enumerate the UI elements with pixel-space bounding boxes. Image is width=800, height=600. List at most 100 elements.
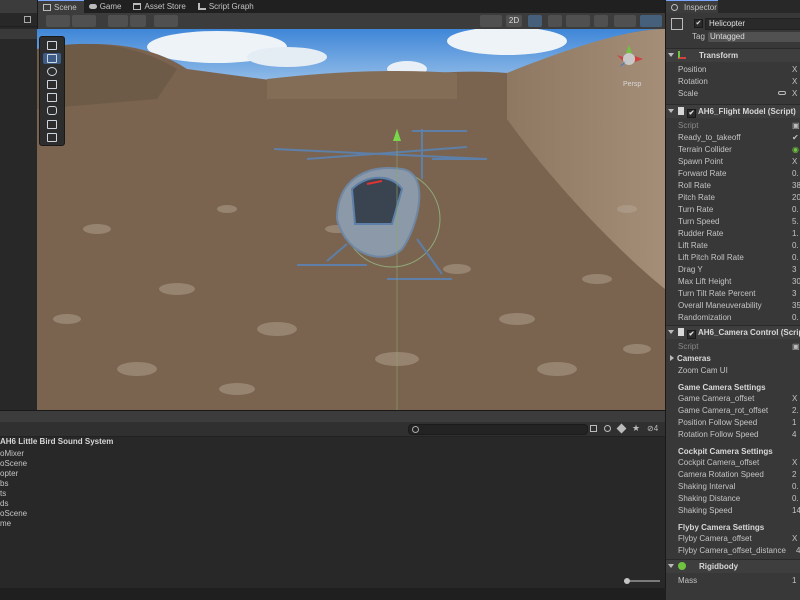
list-item[interactable]: oScene: [0, 459, 120, 468]
field-row[interactable]: Game Camera_rot_offset 2.: [678, 405, 800, 416]
field-position[interactable]: Position X: [678, 64, 800, 75]
field-value[interactable]: 0.: [792, 493, 799, 504]
field-row[interactable]: Max Lift Height 30: [678, 276, 800, 287]
field-row[interactable]: Game Camera_offset X: [678, 393, 800, 404]
transform-header[interactable]: Transform: [666, 48, 800, 62]
field-value[interactable]: 40: [796, 545, 800, 556]
list-item[interactable]: me: [0, 519, 120, 528]
script-ref-icon[interactable]: ▣: [792, 120, 800, 131]
field-value[interactable]: X: [792, 64, 797, 75]
snap-settings-dropdown[interactable]: [154, 15, 178, 27]
tab-scene[interactable]: Scene: [38, 0, 84, 13]
list-item[interactable]: oMixer: [0, 449, 120, 458]
mode-2d-button[interactable]: 2D: [506, 15, 522, 27]
scene-viewport[interactable]: Persp: [37, 29, 665, 410]
rigidbody-header[interactable]: Rigidbody: [666, 559, 800, 573]
list-item[interactable]: ts: [0, 489, 120, 498]
move-tool-icon[interactable]: [43, 53, 61, 64]
field-row[interactable]: Roll Rate 38: [678, 180, 800, 191]
shading-dropdown[interactable]: [72, 15, 96, 27]
label-filter-icon[interactable]: [616, 423, 627, 434]
field-row[interactable]: Cockpit Camera_offset X: [678, 457, 800, 468]
list-item[interactable]: opter: [0, 469, 120, 478]
tab-asset-store[interactable]: Asset Store: [128, 0, 192, 13]
flight-model-header[interactable]: ✔ AH6_Flight Model (Script): [666, 104, 800, 118]
grid-snap-dropdown[interactable]: [108, 15, 128, 27]
field-value[interactable]: 3: [792, 288, 796, 299]
scale-tool-icon[interactable]: [43, 79, 61, 90]
field-value[interactable]: 0.: [792, 168, 799, 179]
field-value[interactable]: 0.: [792, 481, 799, 492]
favorite-icon[interactable]: ★: [632, 423, 640, 434]
field-row[interactable]: Randomization 0.: [678, 312, 800, 323]
draw-mode-dropdown[interactable]: [46, 15, 70, 27]
script-ref-icon[interactable]: ▣: [792, 341, 800, 352]
search-filter-icon[interactable]: [590, 425, 597, 432]
rect-tool-icon[interactable]: [43, 92, 61, 103]
field-value[interactable]: 14: [792, 505, 800, 516]
gizmos-dropdown[interactable]: [640, 15, 662, 27]
field-value[interactable]: 5.: [792, 216, 799, 227]
field-value[interactable]: ◉: [792, 144, 799, 155]
field-row[interactable]: Flyby Camera_offset_distance 40: [678, 545, 800, 556]
tag-dropdown[interactable]: Untagged: [708, 32, 800, 42]
effects-dropdown[interactable]: [566, 15, 590, 27]
field-value[interactable]: 0.: [792, 240, 799, 251]
field-row[interactable]: Turn Speed 5.: [678, 216, 800, 227]
type-filter-icon[interactable]: [604, 425, 611, 432]
component-enabled-checkbox[interactable]: ✔: [687, 330, 696, 339]
camera-control-header[interactable]: ✔ AH6_Camera Control (Scrip: [666, 325, 800, 339]
render-mode-dropdown[interactable]: [480, 15, 502, 27]
field-value[interactable]: X: [792, 76, 797, 87]
visibility-toggle[interactable]: [594, 15, 608, 27]
field-value[interactable]: X: [792, 393, 797, 404]
field-row[interactable]: Shaking Interval 0.: [678, 481, 800, 492]
field-mass[interactable]: Mass 1: [678, 575, 800, 586]
list-item[interactable]: bs: [0, 479, 120, 488]
field-value[interactable]: 3: [792, 264, 796, 275]
field-value[interactable]: 1.: [792, 228, 799, 239]
field-value[interactable]: 1: [792, 575, 796, 586]
field-row[interactable]: Ready_to_takeoff ✔: [678, 132, 800, 143]
component-enabled-checkbox[interactable]: ✔: [687, 109, 696, 118]
list-item[interactable]: ds: [0, 499, 120, 508]
hidden-packages-icon[interactable]: ⊘4: [647, 424, 658, 433]
field-value[interactable]: ✔: [792, 132, 799, 143]
camera-dropdown[interactable]: [614, 15, 636, 27]
field-row[interactable]: Lift Rate 0.: [678, 240, 800, 251]
increment-snap-dropdown[interactable]: [130, 15, 146, 27]
transform-tool-icon[interactable]: [43, 105, 61, 116]
custom-tool-2-icon[interactable]: [43, 132, 61, 143]
field-value[interactable]: 20: [792, 192, 800, 203]
field-value[interactable]: X: [792, 457, 797, 468]
field-row[interactable]: Forward Rate 0.: [678, 168, 800, 179]
field-value[interactable]: 0.: [792, 204, 799, 215]
field-value[interactable]: 30: [792, 276, 800, 287]
field-row[interactable]: Terrain Collider ◉: [678, 144, 800, 155]
field-row[interactable]: Position Follow Speed 1: [678, 417, 800, 428]
cameras-foldout[interactable]: Cameras: [670, 353, 792, 364]
add-icon[interactable]: [24, 16, 31, 23]
field-row[interactable]: Rotation Follow Speed 4: [678, 429, 800, 440]
rotate-tool-icon[interactable]: [43, 66, 61, 77]
tab-script-graph[interactable]: Script Graph: [193, 0, 261, 13]
field-value[interactable]: X: [792, 533, 797, 544]
field-row[interactable]: Drag Y 3: [678, 264, 800, 275]
field-value[interactable]: 0.: [792, 312, 799, 323]
field-row[interactable]: Overall Maneuverability 35: [678, 300, 800, 311]
field-rotation[interactable]: Rotation X: [678, 76, 800, 87]
lighting-toggle[interactable]: [528, 15, 542, 27]
audio-toggle[interactable]: [548, 15, 562, 27]
object-name-field[interactable]: Helicopter: [705, 18, 800, 30]
field-scale[interactable]: Scale X: [678, 88, 800, 99]
field-row[interactable]: Turn Rate 0.: [678, 204, 800, 215]
field-value[interactable]: 0.: [792, 252, 799, 263]
list-item[interactable]: oScene: [0, 509, 120, 518]
field-row[interactable]: Flyby Camera_offset X: [678, 533, 800, 544]
tab-inspector[interactable]: Inspector: [666, 0, 718, 13]
field-value[interactable]: 2: [792, 469, 796, 480]
field-zoom-cam-ui[interactable]: Zoom Cam UI: [678, 365, 800, 376]
field-row[interactable]: Shaking Distance 0.: [678, 493, 800, 504]
tab-game[interactable]: Game: [84, 0, 129, 13]
custom-tool-icon[interactable]: [43, 119, 61, 130]
